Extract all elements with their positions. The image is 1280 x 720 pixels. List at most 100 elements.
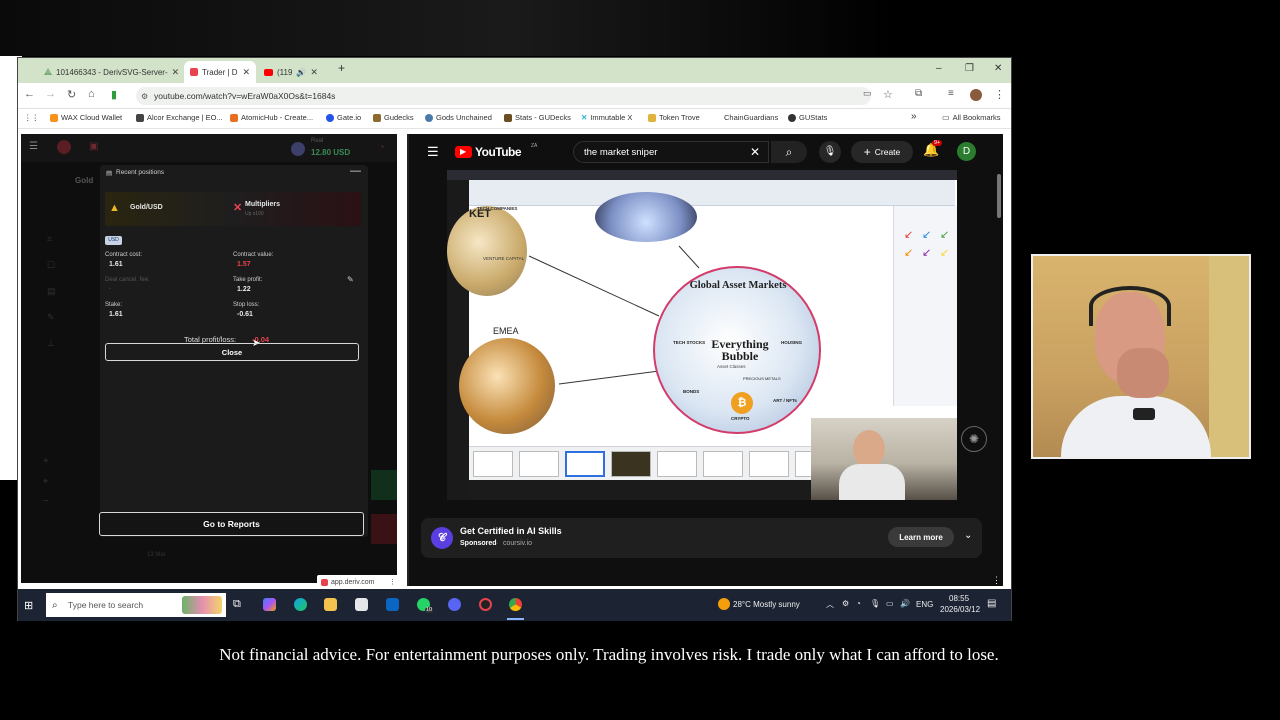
zoom-in-icon[interactable]: + xyxy=(43,456,49,467)
crosshair-icon[interactable]: ⌖ xyxy=(43,476,48,487)
microphone-icon[interactable]: 🎙 xyxy=(819,141,841,163)
bookmark-atomichub[interactable]: AtomicHub - Create... xyxy=(230,113,313,122)
tray-app-icon[interactable]: ⚙ xyxy=(842,599,849,608)
learn-more-button[interactable]: Learn more xyxy=(888,527,954,547)
windows-start-icon[interactable]: ⊞ xyxy=(24,599,33,612)
chart-tool-icon[interactable]: ☐ xyxy=(47,260,55,271)
search-icon[interactable]: ⌕ xyxy=(771,141,807,163)
app-icon[interactable] xyxy=(479,598,492,611)
bookmark-stats-gudecks[interactable]: Stats - GUDecks xyxy=(504,113,571,122)
clear-search-icon[interactable]: ✕ xyxy=(750,145,760,159)
bookmark-gateio[interactable]: Gate.io xyxy=(326,113,361,122)
weather-sun-icon[interactable] xyxy=(718,598,730,610)
apps-icon[interactable]: ⋮⋮ xyxy=(24,113,39,122)
user-avatar[interactable]: D xyxy=(957,142,976,161)
forward-icon[interactable]: → xyxy=(45,88,56,100)
tray-app-icon[interactable]: ◔ xyxy=(856,599,861,608)
back-icon[interactable]: ← xyxy=(24,88,35,100)
bookmark-star-icon[interactable]: ☆ xyxy=(883,88,893,101)
buy-button[interactable] xyxy=(371,470,397,500)
ad-title[interactable]: Get Certified in AI Skills xyxy=(460,526,562,536)
restore-button[interactable]: ❐ xyxy=(965,63,974,74)
youtube-logo-text[interactable]: YouTube xyxy=(475,145,522,159)
close-tab-icon[interactable]: ✕ xyxy=(172,67,180,78)
draw-tool-icon[interactable]: ✎ xyxy=(47,312,55,323)
reports-icon[interactable]: ▣ xyxy=(89,141,98,152)
more-icon[interactable]: ⋮ xyxy=(389,578,396,586)
account-switcher-icon[interactable]: ◔ xyxy=(379,142,384,152)
bookmark-gudecks[interactable]: Gudecks xyxy=(373,113,414,122)
cast-icon[interactable]: ▭ xyxy=(863,88,872,99)
file-explorer-icon[interactable] xyxy=(324,598,337,611)
more-bookmarks-button[interactable]: » xyxy=(911,111,917,122)
hamburger-menu-icon[interactable]: ☰ xyxy=(29,141,38,152)
audio-icon[interactable]: 🔊 xyxy=(296,68,306,77)
deriv-logo-icon[interactable] xyxy=(57,140,71,154)
video-player[interactable]: ↙ ↙ ↙ ↙ ↙ ↙ KET TECH COMPANIES VENTURE C… xyxy=(447,170,957,500)
bookmark-gustats[interactable]: GUStats xyxy=(788,113,827,122)
clock-time[interactable]: 08:55 xyxy=(949,594,969,603)
chevron-down-icon[interactable]: ⌄ xyxy=(964,530,972,541)
extensions-icon[interactable]: ⧉ xyxy=(915,88,922,99)
discord-icon[interactable] xyxy=(448,598,461,611)
channel-watermark-icon[interactable]: ✺ xyxy=(961,426,987,452)
tab-trader[interactable]: Trader | D ✕ xyxy=(184,61,256,83)
scrollbar-thumb[interactable] xyxy=(997,174,1001,218)
youtube-menu-icon[interactable]: ☰ xyxy=(427,144,439,160)
chrome-icon[interactable] xyxy=(509,598,522,611)
bookmark-chainguardians[interactable]: ChainGuardians xyxy=(724,113,778,122)
copilot-icon[interactable] xyxy=(263,598,276,611)
url-field[interactable]: ⚙ youtube.com/watch?v=wEraW0aX0Os&t=1684… xyxy=(136,87,871,105)
minimize-panel-button[interactable]: — xyxy=(350,165,361,177)
store-icon[interactable] xyxy=(355,598,368,611)
network-icon[interactable]: ▭ xyxy=(886,599,894,608)
bookmark-gods-unchained[interactable]: Gods Unchained xyxy=(425,113,492,122)
language-indicator[interactable]: ENG xyxy=(916,600,933,609)
slide-thumbnail[interactable] xyxy=(611,451,651,477)
chart-tool-icon[interactable]: ⊥ xyxy=(47,338,55,349)
bookmark-alcor[interactable]: Alcor Exchange | EO... xyxy=(136,113,223,122)
menu-icon[interactable]: ⋮ xyxy=(994,88,1005,101)
slide-thumbnail[interactable] xyxy=(473,451,513,477)
close-window-button[interactable]: ✕ xyxy=(994,63,1002,74)
more-options-icon[interactable]: ⋮ xyxy=(992,575,1001,586)
close-tab-icon[interactable]: ✕ xyxy=(310,67,318,78)
tab-deriv-server[interactable]: ⟁ 101466343 - DerivSVG-Server- ✕ xyxy=(38,61,180,83)
go-to-reports-button[interactable]: Go to Reports xyxy=(99,512,364,536)
clock-date[interactable]: 2026/03/12 xyxy=(940,605,980,614)
all-bookmarks-button[interactable]: ▭ All Bookmarks xyxy=(942,113,1001,122)
taskbar-search-input[interactable]: ⌕ Type here to search xyxy=(46,593,226,617)
close-position-button[interactable]: Close xyxy=(105,343,359,361)
chart-tool-icon[interactable]: ▤ xyxy=(47,286,56,297)
minimize-button[interactable]: – xyxy=(936,63,942,74)
volume-icon[interactable]: 🔊 xyxy=(900,599,910,608)
sell-button[interactable] xyxy=(371,514,397,544)
tab-youtube[interactable]: (119 🔊 ✕ xyxy=(258,61,330,83)
media-control-icon[interactable]: ≡ xyxy=(948,88,954,99)
youtube-search-input[interactable]: the market sniper ✕ xyxy=(573,141,769,163)
edit-pencil-icon[interactable]: ✎ xyxy=(347,275,354,284)
task-view-icon[interactable]: ⧉ xyxy=(233,598,241,611)
new-tab-button[interactable]: + xyxy=(338,61,345,75)
account-balance[interactable]: 12.80 USD xyxy=(311,148,350,157)
close-tab-icon[interactable]: ✕ xyxy=(242,67,250,78)
notification-center-icon[interactable]: ▤ xyxy=(987,598,996,609)
sponsored-ad-card[interactable]: 𝒞 Get Certified in AI Skills Sponsored ·… xyxy=(421,518,982,558)
slide-thumbnail[interactable] xyxy=(519,451,559,477)
reload-icon[interactable]: ↻ xyxy=(67,88,76,101)
bookmark-immutable-x[interactable]: ✕ Immutable X xyxy=(581,113,632,122)
bookmark-token-trove[interactable]: Token Trove xyxy=(648,113,700,122)
position-card-header[interactable]: ▲ Gold/USD ✕ Multipliers Up x100 xyxy=(105,192,361,226)
extension-icon[interactable]: ▮ xyxy=(111,88,117,101)
slide-thumbnail[interactable] xyxy=(703,451,743,477)
chart-tool-icon[interactable]: ⌗ xyxy=(47,234,52,245)
site-info-icon[interactable]: ⚙ xyxy=(141,92,148,101)
microphone-tray-icon[interactable]: 🎙 xyxy=(870,599,880,608)
slide-thumbnail-active[interactable] xyxy=(565,451,605,477)
edge-icon[interactable] xyxy=(294,598,307,611)
slide-thumbnail[interactable] xyxy=(657,451,697,477)
profile-avatar[interactable] xyxy=(970,89,982,101)
bookmark-wax[interactable]: WAX Cloud Wallet xyxy=(50,113,122,122)
zoom-out-icon[interactable]: − xyxy=(43,496,49,507)
home-icon[interactable]: ⌂ xyxy=(88,88,95,100)
